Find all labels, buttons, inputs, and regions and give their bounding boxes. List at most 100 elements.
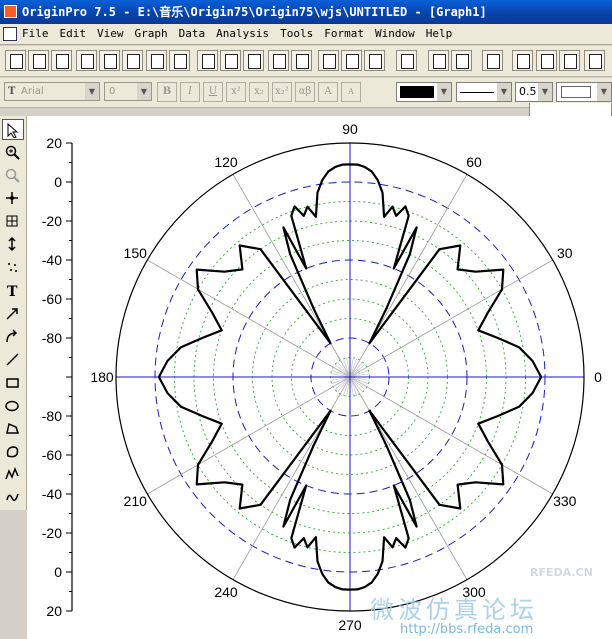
save-template-icon[interactable] xyxy=(291,50,312,71)
polyline-icon xyxy=(5,467,19,480)
new-worksheet-icon[interactable] xyxy=(28,50,49,71)
grid-spoke-300 xyxy=(349,376,468,580)
watermark-logo: RFEDA.CN xyxy=(530,566,593,579)
project-explorer-icon[interactable] xyxy=(482,50,503,71)
fill-swatch xyxy=(561,86,591,98)
save-icon[interactable] xyxy=(268,50,289,71)
zoom-out-icon xyxy=(5,168,20,183)
watermark-forum: 微波仿真论坛 xyxy=(370,596,538,624)
angle-label-90: 90 xyxy=(342,121,358,137)
standard-toolbar xyxy=(0,46,612,77)
supsub-button[interactable]: x₂² xyxy=(272,82,292,102)
line-width-select[interactable]: 0.5 ▼ xyxy=(515,82,553,102)
menu-graph[interactable]: Graph xyxy=(135,27,168,40)
font-size-select[interactable]: 0 ▼ xyxy=(104,82,152,101)
script-window-icon[interactable] xyxy=(536,50,557,71)
chevron-down-icon[interactable]: ▼ xyxy=(538,83,552,101)
polygon-icon xyxy=(6,422,20,434)
radial-label-lower: -60 xyxy=(42,447,62,463)
copy-page-icon[interactable] xyxy=(428,50,449,71)
open-excel-icon[interactable] xyxy=(243,50,264,71)
print-icon[interactable] xyxy=(396,50,417,71)
underline-button[interactable]: U xyxy=(203,82,223,102)
menu-view[interactable]: View xyxy=(97,27,124,40)
new-function-icon[interactable] xyxy=(122,50,143,71)
command-window-icon[interactable] xyxy=(584,50,605,71)
new-icon[interactable] xyxy=(5,50,26,71)
menu-analysis[interactable]: Analysis xyxy=(216,27,269,40)
chevron-down-icon[interactable]: ▼ xyxy=(137,83,151,100)
import-wizard-icon[interactable] xyxy=(364,50,385,71)
tool-curved-arrow[interactable] xyxy=(2,326,24,347)
angle-label-60: 60 xyxy=(466,154,482,170)
italic-button[interactable]: I xyxy=(180,82,200,102)
open-template-icon[interactable] xyxy=(220,50,241,71)
radial-label-upper: -40 xyxy=(42,252,62,268)
radial-label-lower: 20 xyxy=(46,603,62,619)
tool-freehand[interactable] xyxy=(2,487,24,508)
menu-tools[interactable]: Tools xyxy=(280,27,313,40)
tool-polygon[interactable] xyxy=(2,418,24,439)
chevron-down-icon[interactable]: ▼ xyxy=(85,83,99,100)
radial-label-lower: 0 xyxy=(54,564,62,580)
menu-data[interactable]: Data xyxy=(179,27,206,40)
circle-icon xyxy=(5,400,19,412)
tool-polyline[interactable] xyxy=(2,464,24,485)
new-layout-icon[interactable] xyxy=(146,50,167,71)
code-builder-icon[interactable] xyxy=(559,50,580,71)
menu-file[interactable]: File xyxy=(22,27,49,40)
tool-screen-reader[interactable] xyxy=(2,188,24,209)
fill-color-select[interactable]: ▼ xyxy=(556,82,612,102)
open-icon[interactable] xyxy=(197,50,218,71)
tool-zoom-out[interactable] xyxy=(2,165,24,186)
new-excel-icon[interactable] xyxy=(51,50,72,71)
arrow-icon xyxy=(6,308,18,320)
refresh-icon[interactable] xyxy=(451,50,472,71)
new-notes-icon[interactable] xyxy=(169,50,190,71)
polar-plot[interactable]: 0306090120150180210240270300330200-20-40… xyxy=(27,116,612,639)
graph-window[interactable]: 0 30 60 90 120 150 180 210 240 270 300 330 20 0 -20 -40… xyxy=(27,116,612,639)
screen-reader-icon xyxy=(6,192,18,204)
format-toolbar: T Arial ▼ 0 ▼ B I U x² x₂ x₂² αβ A A ▼ ▼ 0.… xyxy=(0,78,612,108)
tool-data-reader[interactable] xyxy=(2,234,24,255)
tool-rectangle[interactable] xyxy=(2,372,24,393)
tool-data-selector[interactable] xyxy=(2,211,24,232)
font-select[interactable]: T Arial ▼ xyxy=(4,82,100,101)
tool-line[interactable] xyxy=(2,349,24,370)
subscript-button[interactable]: x₂ xyxy=(249,82,269,102)
menu-window[interactable]: Window xyxy=(375,27,415,40)
menu-help[interactable]: Help xyxy=(426,27,453,40)
chevron-down-icon[interactable]: ▼ xyxy=(437,83,451,101)
bold-button[interactable]: B xyxy=(157,82,177,102)
import-multi-icon[interactable] xyxy=(341,50,362,71)
menu-edit[interactable]: Edit xyxy=(60,27,87,40)
results-log-icon[interactable] xyxy=(512,50,533,71)
menu-format[interactable]: Format xyxy=(324,27,364,40)
line-color-select[interactable]: ▼ xyxy=(396,82,452,102)
radial-label-upper: -80 xyxy=(42,330,62,346)
tool-circle[interactable] xyxy=(2,395,24,416)
tool-arrow[interactable] xyxy=(2,303,24,324)
tool-text[interactable]: T xyxy=(2,280,24,301)
new-matrix-icon[interactable] xyxy=(99,50,120,71)
tool-pointer[interactable] xyxy=(2,119,24,140)
tool-region[interactable] xyxy=(2,257,24,278)
line-style-select[interactable]: ▼ xyxy=(456,82,512,102)
graph-document-icon[interactable] xyxy=(3,27,17,41)
decrease-font-button[interactable]: A xyxy=(341,82,361,102)
chevron-down-icon[interactable]: ▼ xyxy=(597,83,611,101)
window-titlebar: OriginPro 7.5 - E:\音乐\Origin75\Origin75\… xyxy=(0,0,612,24)
tool-zoom-in[interactable] xyxy=(2,142,24,163)
origin-app-icon xyxy=(4,5,17,18)
import-ascii-icon[interactable] xyxy=(318,50,339,71)
chevron-down-icon[interactable]: ▼ xyxy=(497,83,511,101)
region-shape-icon xyxy=(6,446,19,458)
increase-font-button[interactable]: A xyxy=(318,82,338,102)
new-graph-icon[interactable] xyxy=(76,50,97,71)
color-swatch xyxy=(400,86,434,98)
tool-region-shape[interactable] xyxy=(2,441,24,462)
superscript-button[interactable]: x² xyxy=(226,82,246,102)
radial-label-upper: 20 xyxy=(46,135,62,151)
window-title: OriginPro 7.5 - E:\音乐\Origin75\Origin75\… xyxy=(22,5,487,19)
greek-button[interactable]: αβ xyxy=(295,82,315,102)
